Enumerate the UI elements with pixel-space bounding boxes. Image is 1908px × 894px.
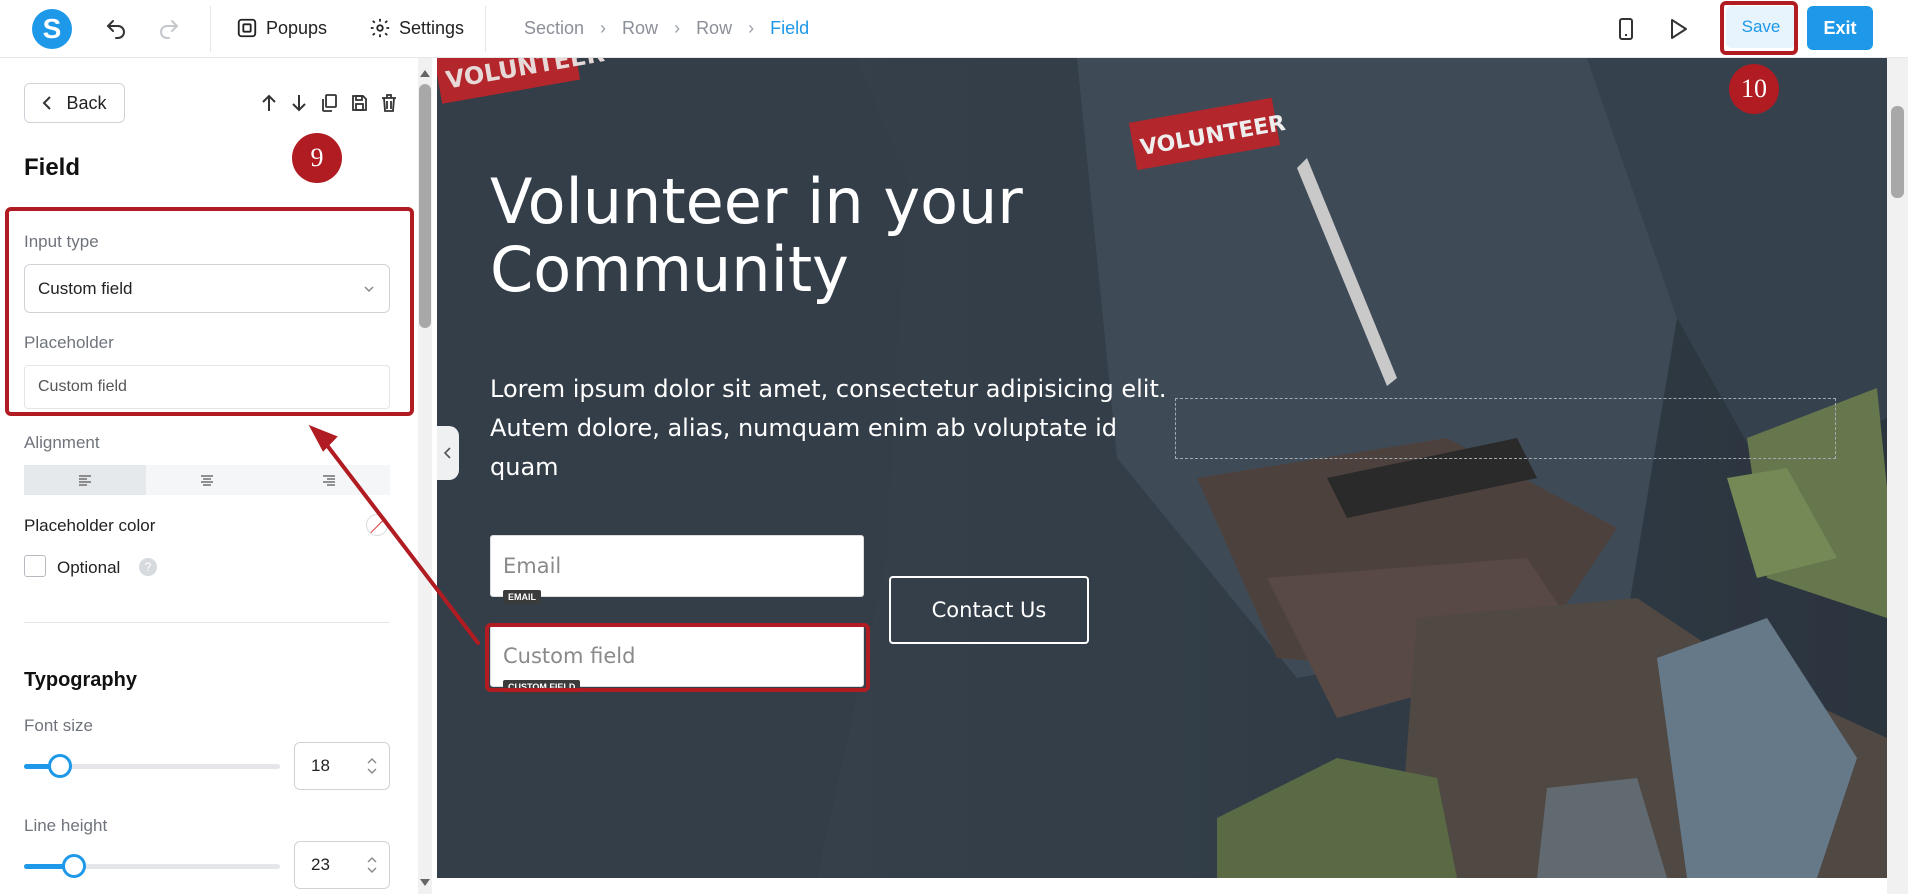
scroll-up-icon[interactable] [420,70,430,77]
chevron-left-icon [443,447,451,459]
popups-label: Popups [266,17,328,38]
app-logo: S [32,9,72,49]
back-button[interactable]: Back [24,83,125,123]
back-label: Back [66,92,107,113]
breadcrumb-field[interactable]: Field [770,18,809,39]
line-height-slider[interactable] [24,854,280,878]
field-settings-panel: Back Field Input type Custom field Place… [0,58,418,894]
stepper-arrows-icon[interactable] [365,854,379,876]
placeholder-color-swatch[interactable] [366,514,388,536]
app-root: S Popups Settings Section › Row › Row › … [0,0,1908,894]
collapse-panel-button[interactable] [437,426,459,480]
stepper-arrows-icon[interactable] [365,755,379,777]
scrollbar-thumb[interactable] [419,84,431,328]
optional-checkbox[interactable] [24,555,46,577]
hero-body-text: Lorem ipsum dolor sit amet, consectetur … [490,375,1167,481]
chevron-left-icon [42,95,52,111]
line-height-stepper[interactable]: 23 [294,841,390,889]
duplicate-icon[interactable] [318,92,340,114]
breadcrumb-row[interactable]: Row [622,18,658,39]
element-tools [258,92,400,114]
email-field[interactable]: Email EMAIL [490,535,864,604]
line-height-label: Line height [24,816,108,835]
font-size-slider[interactable] [24,754,280,778]
chevron-right-icon: › [674,18,681,38]
typography-heading: Typography [24,669,137,691]
save-block-icon[interactable] [348,92,370,114]
contact-us-button[interactable]: Contact Us [889,576,1089,644]
canvas-bottom-edge [437,878,1887,894]
scroll-down-icon[interactable] [420,879,430,886]
line-height-value: 23 [311,855,330,874]
scrollbar-thumb[interactable] [1891,106,1904,198]
move-down-icon[interactable] [288,92,310,114]
gear-icon [369,17,391,39]
toolbar-divider [485,6,486,52]
breadcrumb: Section › Row › Row › Field [524,18,809,39]
settings-button[interactable]: Settings [369,17,464,39]
email-placeholder: Email [503,554,562,578]
mobile-preview-icon[interactable] [1611,14,1641,44]
slider-knob[interactable] [48,754,72,778]
page-canvas: VOLUNTEER VOLUNTEER Volunteer in your Co… [437,58,1887,878]
breadcrumb-section[interactable]: Section [524,18,584,39]
exit-button[interactable]: Exit [1807,6,1873,50]
section-divider [24,622,390,623]
slider-knob[interactable] [62,854,86,878]
hero-headline: Volunteer in your Community [490,165,1023,307]
canvas-scrollbar[interactable] [1887,58,1908,894]
toolbar-divider [210,6,211,52]
font-size-value: 18 [311,756,330,775]
step-badge-9: 9 [292,133,342,183]
top-toolbar: S Popups Settings Section › Row › Row › … [0,0,1908,58]
placeholder-color-label: Placeholder color [24,516,156,535]
play-preview-icon[interactable] [1663,14,1693,44]
annotation-highlight-settings [5,207,414,416]
undo-icon[interactable] [101,14,131,44]
popups-button[interactable]: Popups [236,17,327,39]
align-left-button[interactable] [24,465,146,495]
field-type-tag: EMAIL [503,590,541,604]
chevron-right-icon: › [600,18,607,38]
delete-icon[interactable] [378,92,400,114]
empty-column-placeholder[interactable] [1175,398,1836,459]
align-right-button[interactable] [268,465,390,495]
font-size-label: Font size [24,716,93,735]
popups-icon [236,17,258,39]
chevron-right-icon: › [748,18,755,38]
panel-scrollbar[interactable] [418,58,432,894]
annotation-highlight-save [1720,1,1798,55]
redo-icon[interactable] [154,14,184,44]
alignment-group [24,465,390,495]
optional-label: Optional [57,558,121,577]
annotation-highlight-custom-field [485,623,870,692]
alignment-label: Alignment [24,433,100,452]
settings-label: Settings [399,17,465,38]
align-center-button[interactable] [146,465,268,495]
breadcrumb-row[interactable]: Row [696,18,732,39]
help-icon[interactable]: ? [139,558,157,576]
step-badge-10: 10 [1729,64,1779,114]
font-size-stepper[interactable]: 18 [294,742,390,790]
panel-title: Field [24,154,81,181]
move-up-icon[interactable] [258,92,280,114]
